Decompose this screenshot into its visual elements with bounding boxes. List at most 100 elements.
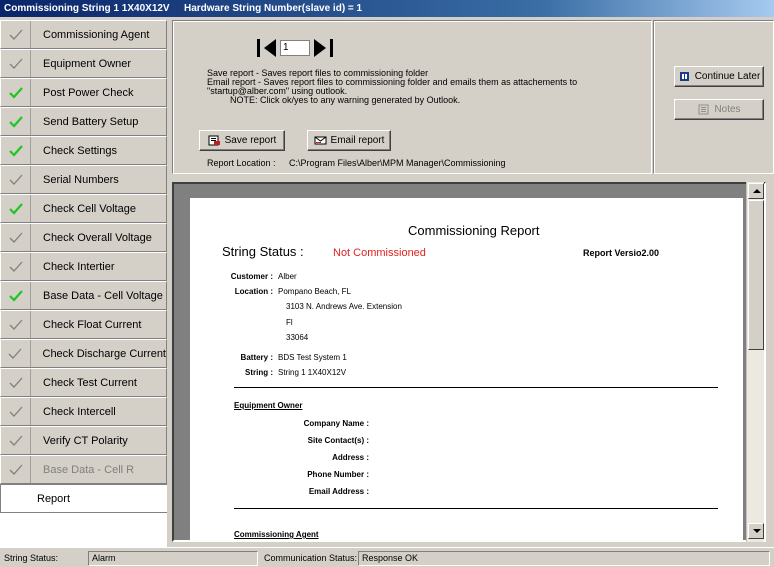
right-actions-panel: Continue Later Notes: [653, 20, 774, 174]
report-title: Commissioning Report: [408, 223, 540, 238]
report-location-path: C:\Program Files\Alber\MPM Manager\Commi…: [289, 158, 506, 168]
location-label: Location :: [234, 287, 273, 296]
sidebar-item-check-float-current[interactable]: Check Float Current: [0, 310, 167, 339]
sidebar-item-label: Check Discharge Current: [42, 347, 167, 360]
sidebar-item-label: Check Settings: [43, 144, 117, 157]
string-status-field: Alarm: [88, 551, 258, 566]
location-line-1: Pompano Beach, FL: [278, 287, 351, 296]
sidebar-item-label: Check Overall Voltage: [43, 231, 152, 244]
continue-later-button[interactable]: Continue Later: [674, 66, 764, 87]
report-scrollbar[interactable]: [746, 182, 764, 542]
string-label: String :: [245, 368, 273, 377]
checkmark-icon: [1, 79, 31, 106]
sidebar-item-base-data-cell-r[interactable]: Base Data - Cell R: [0, 455, 167, 484]
sidebar: Commissioning Agent Equipment Owner Post P…: [0, 20, 167, 547]
sidebar-item-label: Check Cell Voltage: [43, 202, 136, 215]
string-status-label: String Status:: [4, 553, 59, 563]
report-page: Commissioning Report String Status : Not…: [190, 198, 743, 540]
sidebar-item-label: Serial Numbers: [43, 173, 119, 186]
sidebar-item-equipment-owner[interactable]: Equipment Owner: [0, 49, 167, 78]
save-report-icon: [208, 135, 220, 146]
sidebar-item-label: Equipment Owner: [43, 57, 132, 70]
equipment-owner-heading: Equipment Owner: [234, 401, 303, 410]
sidebar-item-label: Base Data - Cell Voltage: [43, 289, 163, 302]
checkmark-icon: [1, 311, 31, 338]
next-page-icon[interactable]: [314, 39, 326, 57]
site-contact-label: Site Contact(s) :: [307, 436, 369, 445]
location-line-3: Fl: [286, 318, 293, 327]
notes-button[interactable]: Notes: [674, 99, 764, 120]
email-report-label: Email report: [330, 135, 385, 146]
checkmark-icon: [1, 340, 31, 367]
string-value: String 1 1X40X12V: [278, 368, 347, 377]
report-version: Report Versio2.00: [583, 248, 660, 258]
divider: [234, 387, 718, 388]
customer-label: Customer :: [230, 272, 273, 281]
previous-page-icon[interactable]: [264, 39, 276, 57]
sidebar-item-verify-ct-polarity[interactable]: Verify CT Polarity: [0, 426, 167, 455]
page-number-field[interactable]: 1: [280, 40, 310, 56]
sidebar-item-label: Send Battery Setup: [43, 115, 139, 128]
page-navigator: 1: [257, 39, 333, 57]
email-address-label: Email Address :: [308, 487, 369, 496]
checkmark-icon: [1, 282, 31, 309]
report-actions-panel: 1 Save report - Saves report files to co…: [172, 20, 652, 174]
email-report-button[interactable]: Email report: [307, 130, 391, 151]
location-line-4: 33064: [286, 333, 309, 342]
sidebar-item-serial-numbers[interactable]: Serial Numbers: [0, 165, 167, 194]
company-name-label: Company Name :: [303, 419, 369, 428]
checkmark-icon: [1, 427, 31, 454]
scroll-up-button[interactable]: [748, 183, 764, 199]
title-bar: Commissioning String 1 1X40X12V Hardware…: [0, 0, 774, 17]
customer-value: Alber: [278, 272, 297, 281]
save-report-button[interactable]: Save report: [199, 130, 285, 151]
sidebar-item-check-intercell[interactable]: Check Intercell: [0, 397, 167, 426]
notes-label: Notes: [714, 104, 741, 115]
checkmark-icon: [1, 108, 31, 135]
checkmark-icon: [1, 369, 31, 396]
report-location: Report Location : C:\Program Files\Alber…: [207, 158, 506, 168]
save-email-description: Save report - Saves report files to comm…: [207, 68, 578, 105]
sidebar-item-base-data-cell-voltage[interactable]: Base Data - Cell Voltage: [0, 281, 167, 310]
arrow-up-icon: [753, 189, 761, 193]
sidebar-item-post-power-check[interactable]: Post Power Check: [0, 78, 167, 107]
checkmark-icon: [1, 137, 31, 164]
sidebar-item-label: Commissioning Agent: [43, 28, 150, 41]
commissioning-agent-heading: Commissioning Agent: [234, 530, 319, 539]
sidebar-item-label: Check Float Current: [43, 318, 142, 331]
pause-icon: [679, 72, 689, 81]
status-bar: String Status: Alarm Communication Statu…: [0, 547, 774, 567]
string-status-label: String Status :: [222, 244, 304, 259]
report-viewer: Commissioning Report String Status : Not…: [172, 182, 766, 542]
address-label: Address :: [332, 453, 369, 462]
scroll-thumb[interactable]: [748, 200, 764, 350]
report-location-label: Report Location :: [207, 158, 276, 168]
sidebar-item-label: Verify CT Polarity: [43, 434, 128, 447]
arrow-down-icon: [753, 529, 761, 533]
notes-icon: [698, 104, 709, 115]
checkmark-icon: [1, 50, 31, 77]
email-icon: [314, 136, 327, 145]
divider: [234, 508, 718, 509]
phone-number-label: Phone Number :: [307, 470, 369, 479]
sidebar-item-report[interactable]: Report: [0, 484, 167, 513]
checkmark-icon: [1, 398, 31, 425]
sidebar-item-label: Post Power Check: [43, 86, 134, 99]
sidebar-item-check-intertier[interactable]: Check Intertier: [0, 252, 167, 281]
sidebar-item-commissioning-agent[interactable]: Commissioning Agent: [0, 20, 167, 49]
checkmark-icon: [1, 195, 31, 222]
sidebar-item-label: Check Intercell: [43, 405, 116, 418]
sidebar-item-check-cell-voltage[interactable]: Check Cell Voltage: [0, 194, 167, 223]
sidebar-item-check-settings[interactable]: Check Settings: [0, 136, 167, 165]
save-report-label: Save report: [224, 135, 277, 146]
first-page-bar: [257, 39, 260, 57]
string-status-value: Not Commissioned: [333, 247, 426, 259]
sidebar-item-check-overall-voltage[interactable]: Check Overall Voltage: [0, 223, 167, 252]
continue-later-label: Continue Later: [694, 71, 761, 82]
sidebar-item-check-discharge-current[interactable]: Check Discharge Current: [0, 339, 167, 368]
sidebar-item-send-battery-setup[interactable]: Send Battery Setup: [0, 107, 167, 136]
sidebar-item-check-test-current[interactable]: Check Test Current: [0, 368, 167, 397]
sidebar-item-label: Check Intertier: [43, 260, 115, 273]
communication-status-label: Communication Status:: [264, 553, 358, 563]
scroll-down-button[interactable]: [748, 523, 764, 539]
